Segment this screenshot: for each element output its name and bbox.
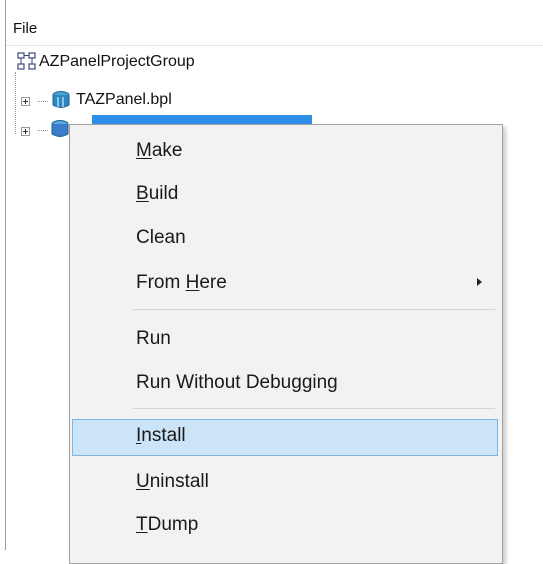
menu-item-make-label: Make: [136, 140, 183, 161]
file-header-label: File: [13, 20, 38, 37]
project-group-label: AZPanelProjectGroup: [39, 53, 195, 70]
menu-item-install[interactable]: Install: [72, 419, 498, 456]
menu-item-uninstall[interactable]: Uninstall: [72, 465, 498, 499]
file-column-header[interactable]: File: [6, 11, 543, 46]
context-menu: Make Build Clean From Here Run Run Witho…: [69, 124, 503, 564]
package-icon: [52, 91, 70, 108]
project-group-icon: [17, 52, 36, 70]
menu-item-make[interactable]: Make: [72, 134, 498, 168]
submenu-arrow-icon: [477, 278, 482, 286]
menu-item-tdump[interactable]: TDump: [72, 508, 498, 542]
package-icon: [51, 120, 69, 137]
tree-item-project-group[interactable]: AZPanelProjectGroup: [6, 50, 306, 76]
expand-icon[interactable]: [21, 97, 30, 106]
tree-item-project-selected[interactable]: [6, 118, 69, 144]
menu-item-run-without-debugging[interactable]: Run Without Debugging: [72, 366, 498, 400]
expand-icon[interactable]: [21, 127, 30, 136]
menu-item-install-label: Install: [136, 425, 186, 446]
menu-item-tdump-label: TDump: [136, 514, 199, 535]
menu-item-clean-label: Clean: [136, 227, 186, 248]
menu-separator: [133, 408, 495, 409]
tree-item-tazpanel[interactable]: TAZPanel.bpl: [6, 88, 306, 114]
menu-item-uninstall-label: Uninstall: [136, 471, 209, 492]
menu-item-run-without-debugging-label: Run Without Debugging: [136, 372, 338, 393]
menu-item-build-label: Build: [136, 183, 179, 204]
menu-item-from-here-label: From Here: [136, 272, 227, 293]
menu-item-run-label: Run: [136, 328, 171, 349]
panel-left-border: [5, 0, 6, 550]
menu-item-run[interactable]: Run: [72, 322, 498, 356]
menu-separator: [133, 309, 495, 310]
menu-item-clean[interactable]: Clean: [72, 221, 498, 255]
menu-item-build[interactable]: Build: [72, 177, 498, 211]
menu-item-from-here[interactable]: From Here: [72, 266, 498, 300]
project-label: TAZPanel.bpl: [76, 91, 172, 108]
